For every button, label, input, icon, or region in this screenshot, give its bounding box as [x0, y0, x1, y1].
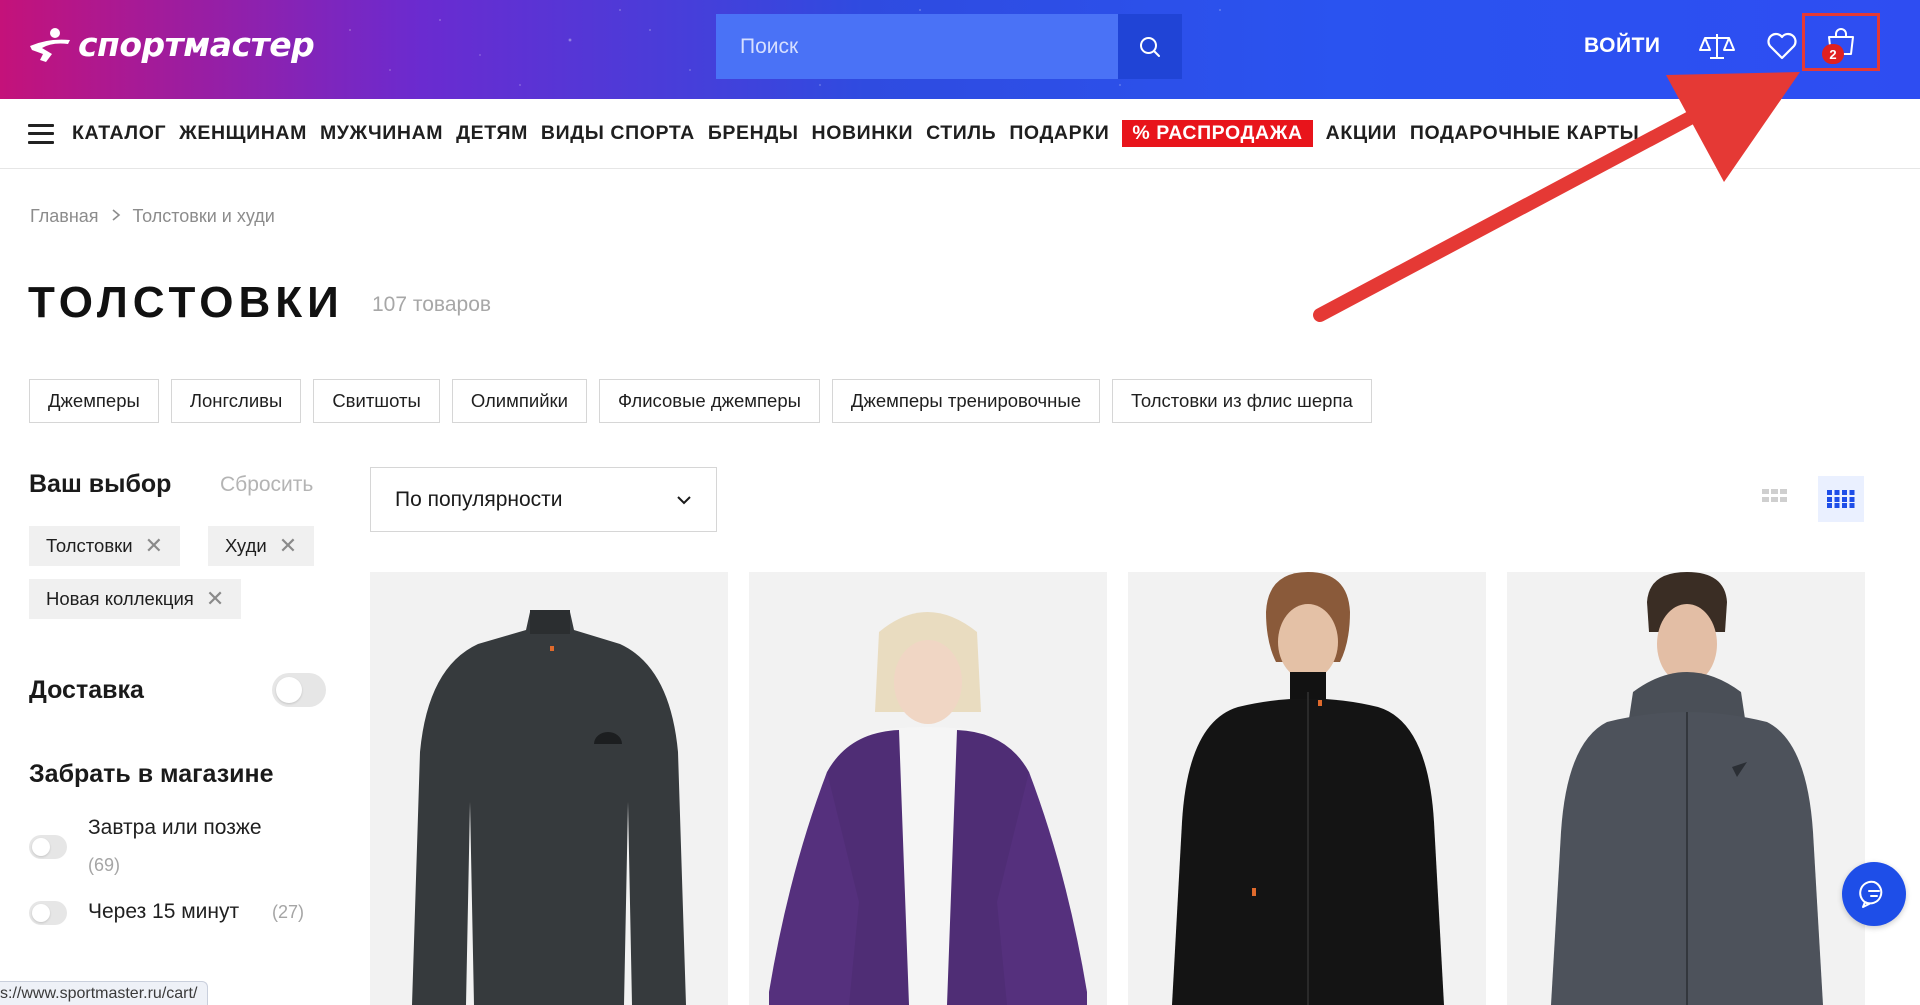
close-icon[interactable]: ✕	[206, 588, 224, 610]
nav-item-gifts[interactable]: ПОДАРКИ	[1009, 122, 1109, 145]
category-chip[interactable]: Олимпийки	[451, 379, 587, 423]
nav-item-sale[interactable]: % РАСПРОДАЖА	[1122, 120, 1313, 147]
product-card[interactable]	[1507, 572, 1865, 1005]
nav-item-promotions[interactable]: АКЦИИ	[1326, 122, 1397, 145]
chat-icon	[1859, 880, 1883, 908]
category-chips: Джемперы Лонгсливы Свитшоты Олимпийки Фл…	[29, 379, 1372, 423]
search-button[interactable]	[1118, 14, 1182, 79]
pickup-label: Забрать в магазине	[29, 760, 274, 788]
nav-item-women[interactable]: ЖЕНЩИНАМ	[179, 122, 307, 145]
reset-filters-button[interactable]: Сбросить	[220, 473, 313, 497]
breadcrumb-home[interactable]: Главная	[30, 206, 99, 227]
cart-button[interactable]: 2	[1802, 13, 1880, 71]
nav-item-men[interactable]: МУЖЧИНАМ	[320, 122, 443, 145]
category-chip[interactable]: Флисовые джемперы	[598, 379, 820, 423]
pickup-option-count: (69)	[88, 855, 121, 875]
pickup-option-toggle[interactable]	[29, 901, 67, 925]
page-title: ТОЛСТОВКИ	[28, 278, 344, 327]
category-chip[interactable]: Джемперы тренировочные	[831, 379, 1100, 423]
nav-item-gift-cards[interactable]: ПОДАРОЧНЫЕ КАРТЫ	[1410, 122, 1639, 145]
delivery-toggle[interactable]	[272, 673, 326, 707]
status-bar-url: s://www.sportmaster.ru/cart/	[0, 981, 209, 1005]
product-image	[1551, 572, 1823, 1005]
filter-tag: Толстовки ✕	[29, 526, 181, 566]
breadcrumb-current[interactable]: Толстовки и худи	[133, 206, 275, 227]
nav-item-sports[interactable]: ВИДЫ СПОРТА	[541, 122, 695, 145]
product-card[interactable]	[749, 572, 1107, 1005]
close-icon[interactable]: ✕	[145, 535, 163, 557]
filter-tag: Новая коллекция ✕	[29, 579, 242, 619]
nav-item-new[interactable]: НОВИНКИ	[812, 122, 914, 145]
product-image	[769, 612, 1087, 1005]
nav-item-catalog[interactable]: КАТАЛОГ	[72, 122, 166, 145]
compare-icon	[1699, 34, 1735, 59]
compare-button[interactable]	[1697, 26, 1737, 66]
pickup-option-toggle[interactable]	[29, 835, 67, 859]
filters-title: Ваш выбор	[29, 470, 172, 498]
product-card[interactable]	[1128, 572, 1486, 1005]
product-card[interactable]	[370, 572, 728, 1005]
product-count: 107 товаров	[372, 293, 492, 316]
sort-selected: По популярности	[395, 487, 563, 511]
search-bar	[716, 14, 1182, 79]
close-icon[interactable]: ✕	[279, 535, 297, 557]
category-chip[interactable]: Лонгсливы	[170, 379, 302, 423]
breadcrumb: Главная Толстовки и худи	[30, 206, 275, 227]
menu-icon[interactable]	[28, 123, 54, 144]
delivery-label: Доставка	[29, 676, 144, 704]
chat-button[interactable]	[1842, 862, 1906, 926]
filter-tag-label: Новая коллекция	[46, 588, 194, 609]
product-image	[1172, 572, 1444, 1005]
site-header: спортмастер ВОЙТИ 2	[0, 0, 1920, 99]
favorites-button[interactable]	[1762, 26, 1802, 66]
grid-view-large-button[interactable]	[1752, 476, 1798, 522]
chevron-right-icon	[111, 206, 121, 227]
filter-tag-label: Толстовки	[46, 535, 133, 556]
grid-view-small-button[interactable]	[1818, 476, 1864, 522]
filter-tag-label: Худи	[225, 535, 267, 556]
category-chip[interactable]: Джемперы	[29, 379, 159, 423]
pickup-option-label: Завтра или позже	[88, 816, 262, 839]
pickup-option-label: Через 15 минут	[88, 900, 240, 923]
logo-text: спортмастер	[78, 24, 315, 64]
filter-tag: Худи ✕	[208, 526, 315, 566]
search-icon	[1140, 36, 1160, 57]
logo-runner-icon	[28, 24, 72, 64]
search-input[interactable]	[716, 14, 1118, 79]
chevron-down-icon	[677, 495, 691, 504]
category-chip[interactable]: Толстовки из флис шерпа	[1112, 379, 1372, 423]
login-button[interactable]: ВОЙТИ	[1584, 34, 1661, 58]
pickup-option-count: (27)	[272, 902, 305, 922]
nav-item-kids[interactable]: ДЕТЯМ	[456, 122, 528, 145]
grid-4-icon	[1827, 490, 1855, 508]
sort-dropdown[interactable]: По популярности	[370, 467, 717, 532]
nav-item-style[interactable]: СТИЛЬ	[926, 122, 996, 145]
heart-icon	[1767, 32, 1797, 60]
nav-item-brands[interactable]: БРЕНДЫ	[708, 122, 799, 145]
grid-3-icon	[1762, 489, 1787, 502]
category-chip[interactable]: Свитшоты	[313, 379, 440, 423]
main-nav: КАТАЛОГ ЖЕНЩИНАМ МУЖЧИНАМ ДЕТЯМ ВИДЫ СПО…	[0, 99, 1920, 169]
product-image	[412, 610, 686, 1005]
logo[interactable]: спортмастер	[28, 24, 315, 64]
cart-count-badge: 2	[1822, 44, 1844, 64]
